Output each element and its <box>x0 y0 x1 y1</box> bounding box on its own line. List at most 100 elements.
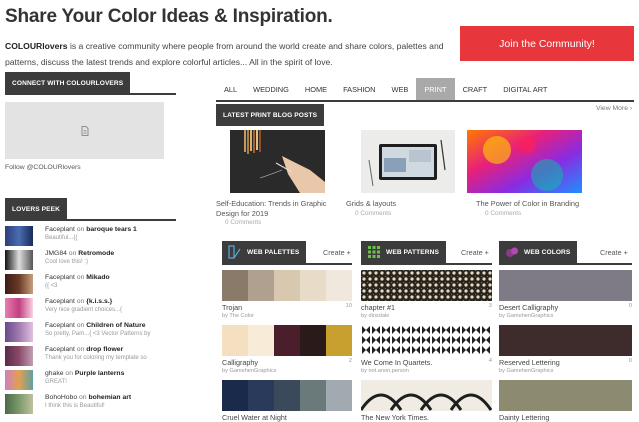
lover-item[interactable]: Faceplant on Children of Nature So pretty… <box>5 321 180 343</box>
view-more-link[interactable]: View More › <box>596 105 632 112</box>
lover-activity: Faceplant on {k.i.s.s.} <box>45 298 112 305</box>
lover-comment: Very nice gradient choices...{ <box>45 307 123 313</box>
item-title[interactable]: Dainty Lettering <box>499 413 549 422</box>
color-swatch[interactable] <box>499 270 632 301</box>
create-pattern-button[interactable]: Create + <box>461 248 489 257</box>
lover-item-name[interactable]: baroque tears 1 <box>86 226 137 233</box>
palette-swatch[interactable] <box>222 380 352 411</box>
item-author[interactable]: by GamehenGraphics <box>499 368 553 374</box>
tab-wedding[interactable]: WEDDING <box>245 78 297 100</box>
lover-item[interactable]: ghake on Purple lanterns GREAT! <box>5 369 180 391</box>
social-widget-placeholder[interactable] <box>5 102 164 159</box>
lover-item[interactable]: JMG84 on Retromode Cool love this! :) <box>5 249 180 271</box>
item-title[interactable]: The New York Times. <box>361 413 429 422</box>
item-author[interactable]: by GamehenGraphics <box>499 313 553 319</box>
lover-thumbnail[interactable] <box>5 274 33 294</box>
color-swatch[interactable] <box>499 325 632 356</box>
web-palettes-header: WEB PALETTES <box>222 241 307 263</box>
lover-thumbnail[interactable] <box>5 346 33 366</box>
lover-activity: JMG84 on Retromode <box>45 250 114 257</box>
lover-username[interactable]: Faceplant <box>45 346 75 353</box>
lover-comment: So pretty, Pam...{ <3 Vector Patterns by <box>45 331 151 337</box>
pattern-dots-image <box>361 270 492 301</box>
lover-item-name[interactable]: Children of Nature <box>86 322 145 329</box>
lover-item-name[interactable]: {k.i.s.s.} <box>86 298 112 305</box>
palette-color <box>274 270 300 301</box>
item-count: 4 <box>488 358 492 364</box>
lover-username[interactable]: Faceplant <box>45 226 75 233</box>
create-palette-button[interactable]: Create + <box>323 248 351 257</box>
lover-item[interactable]: Faceplant on Mikado {{ <3 <box>5 273 180 295</box>
item-title[interactable]: We Come In Quartets. <box>361 358 432 367</box>
item-title[interactable]: Reserved Lettering <box>499 358 560 367</box>
lover-thumbnail[interactable] <box>5 298 33 318</box>
lover-username[interactable]: Faceplant <box>45 298 75 305</box>
item-count: 0 <box>628 303 632 309</box>
lover-username[interactable]: JMG84 <box>45 250 67 257</box>
lover-thumbnail[interactable] <box>5 394 33 414</box>
blog-post-comments-1[interactable]: 0 Comments <box>225 219 261 226</box>
blog-post-image-1[interactable] <box>230 130 325 193</box>
item-count: 10 <box>345 303 352 309</box>
lover-item-name[interactable]: Purple lanterns <box>75 370 124 377</box>
blog-post-comments-2[interactable]: 0 Comments <box>355 210 391 217</box>
palette-color <box>300 270 326 301</box>
item-title[interactable]: Cruel Water at Night <box>222 413 287 422</box>
lover-item[interactable]: BohoHobo on bohemian art I think this is … <box>5 393 180 415</box>
blog-post-comments-3[interactable]: 0 Comments <box>485 210 521 217</box>
lover-username[interactable]: ghake <box>45 370 64 377</box>
lover-thumbnail[interactable] <box>5 370 33 390</box>
pencils-drawing-image <box>230 130 325 193</box>
tab-all[interactable]: ALL <box>216 78 245 100</box>
item-title[interactable]: Desert Calligraphy <box>499 303 558 312</box>
blog-post-caption-3[interactable]: The Power of Color in Branding <box>476 199 616 209</box>
tab-fashion[interactable]: FASHION <box>335 78 383 100</box>
blog-post-caption-2[interactable]: Grids & layouts <box>346 199 446 209</box>
blog-post-image-2[interactable] <box>361 130 455 193</box>
lover-item-name[interactable]: Retromode <box>78 250 114 257</box>
item-title[interactable]: Trojan <box>222 303 242 312</box>
lover-thumbnail[interactable] <box>5 226 33 246</box>
web-colors-title: WEB COLORS <box>524 248 571 256</box>
lover-item[interactable]: Faceplant on drop flower Thank you for co… <box>5 345 180 367</box>
tab-home[interactable]: HOME <box>297 78 335 100</box>
intro-brand: COLOURlovers <box>5 41 68 51</box>
lover-item-name[interactable]: Mikado <box>86 274 109 281</box>
tablet-desk-image <box>361 130 455 193</box>
item-author[interactable]: by not.anon.person <box>361 368 409 374</box>
color-swatch[interactable] <box>499 380 632 411</box>
lover-item-name[interactable]: drop flower <box>86 346 123 353</box>
pattern-swatch-2[interactable] <box>361 325 492 356</box>
tab-craft[interactable]: CRAFT <box>455 78 496 100</box>
lover-item[interactable]: Faceplant on baroque tears 1 Beautiful...… <box>5 225 180 247</box>
palette-swatch[interactable] <box>222 270 352 301</box>
lover-comment: Thank you for coloring my template so <box>45 355 147 361</box>
lover-username[interactable]: BohoHobo <box>45 394 77 401</box>
pattern-swatch-3[interactable] <box>361 380 492 411</box>
item-title[interactable]: chapter #1 <box>361 303 395 312</box>
lover-item[interactable]: Faceplant on {k.i.s.s.} Very nice gradien… <box>5 297 180 319</box>
follow-link[interactable]: Follow @COLOURlovers <box>5 164 81 171</box>
item-title[interactable]: Calligraphy <box>222 358 258 367</box>
blog-post-image-3[interactable] <box>467 130 582 193</box>
tab-digital-art[interactable]: DIGITAL ART <box>495 78 555 100</box>
palette-swatch[interactable] <box>222 325 352 356</box>
tab-print[interactable]: PRINT <box>416 78 455 100</box>
connect-header: CONNECT WITH COLOURLOVERS <box>5 72 131 94</box>
create-color-button[interactable]: Create + <box>600 248 628 257</box>
lover-activity: Faceplant on drop flower <box>45 346 123 353</box>
lover-item-name[interactable]: bohemian art <box>88 394 131 401</box>
pattern-swatch-1[interactable] <box>361 270 492 301</box>
item-author[interactable]: by GamehenGraphics <box>222 368 276 374</box>
lover-username[interactable]: Faceplant <box>45 274 75 281</box>
lover-thumbnail[interactable] <box>5 250 33 270</box>
blog-post-caption-1[interactable]: Self-Education: Trends in Graphic Design… <box>216 199 334 219</box>
lover-thumbnail[interactable] <box>5 322 33 342</box>
lover-username[interactable]: Faceplant <box>45 322 75 329</box>
join-community-button[interactable]: Join the Community! <box>460 26 634 61</box>
item-author[interactable]: by dinsdale <box>361 313 389 319</box>
tab-web[interactable]: WEB <box>384 78 417 100</box>
palette-color <box>326 270 352 301</box>
category-tabs: ALL WEDDING HOME FASHION WEB PRINT CRAFT DIGITA… <box>216 78 555 100</box>
item-author[interactable]: by The Color <box>222 313 254 319</box>
